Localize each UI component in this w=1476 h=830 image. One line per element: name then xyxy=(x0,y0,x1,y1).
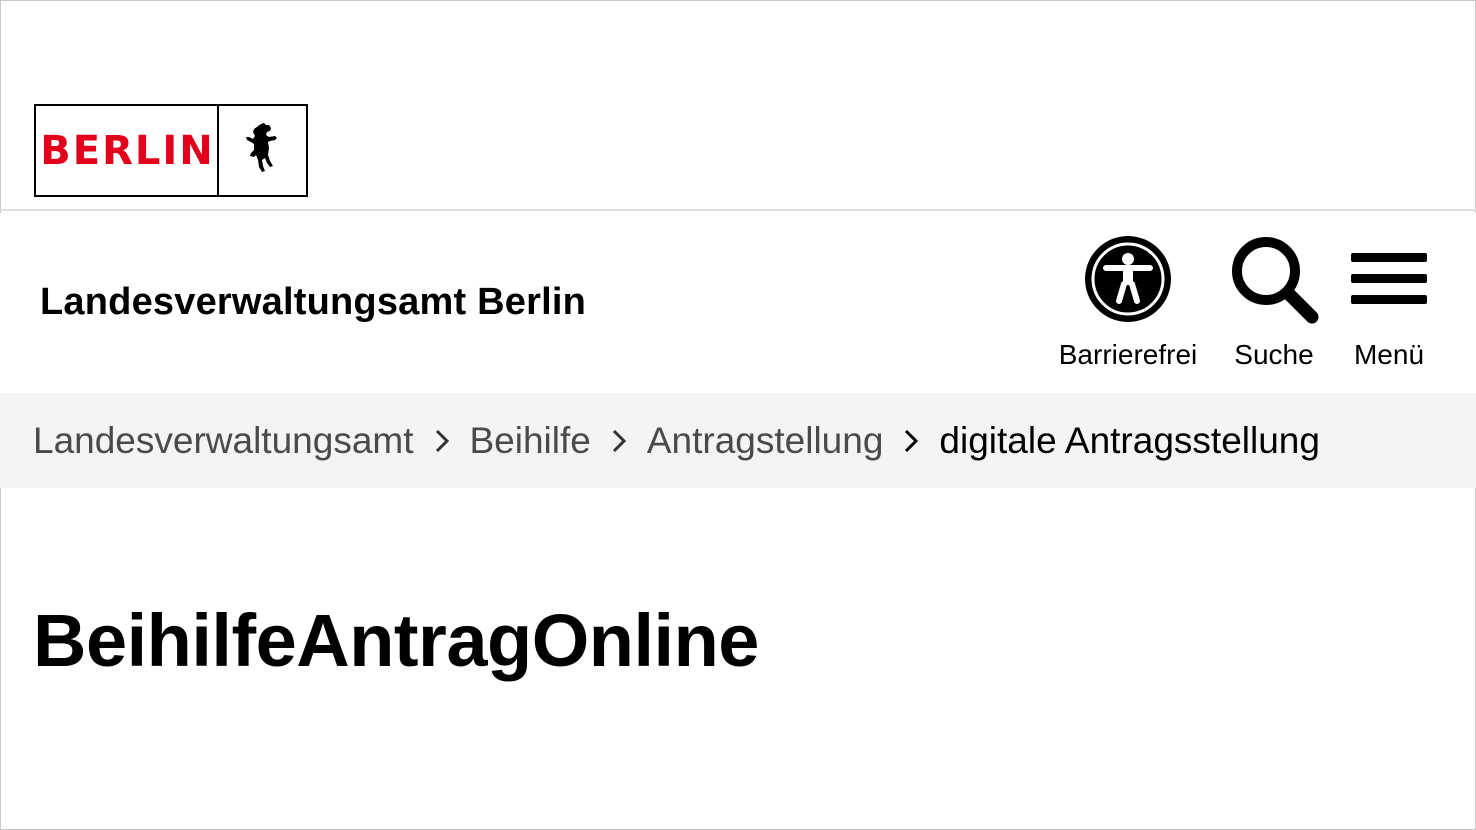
berlin-bear-icon xyxy=(219,106,306,195)
page-title: BeihilfeAntragOnline xyxy=(33,599,759,682)
accessibility-button[interactable]: Barrierefrei xyxy=(1050,233,1206,371)
site-title[interactable]: Landesverwaltungsamt Berlin xyxy=(40,281,586,324)
chevron-right-icon xyxy=(883,421,939,461)
site-header: Landesverwaltungsamt Berlin Barrierefrei… xyxy=(0,213,1476,393)
accessibility-label: Barrierefrei xyxy=(1058,339,1198,370)
menu-label: Menü xyxy=(1353,339,1425,370)
menu-button[interactable]: Menü xyxy=(1344,233,1434,371)
search-button[interactable]: Suche xyxy=(1222,233,1326,371)
chevron-right-icon xyxy=(414,421,470,461)
breadcrumb-item-beihilfe[interactable]: Beihilfe xyxy=(470,420,591,462)
logo-wordmark: BERLIN xyxy=(36,106,219,195)
hamburger-menu-icon xyxy=(1349,233,1429,325)
breadcrumb: Landesverwaltungsamt Beihilfe Antragstel… xyxy=(0,393,1476,488)
logo-bar: BERLIN xyxy=(0,0,1476,211)
berlin-logo[interactable]: BERLIN xyxy=(34,104,308,197)
search-icon xyxy=(1228,233,1320,325)
breadcrumb-item-landesverwaltungsamt[interactable]: Landesverwaltungsamt xyxy=(33,420,414,462)
breadcrumb-item-antragstellung[interactable]: Antragstellung xyxy=(647,420,884,462)
accessibility-icon xyxy=(1084,233,1172,325)
breadcrumb-current: digitale Antragsstellung xyxy=(939,419,1320,461)
chevron-right-icon xyxy=(591,421,647,461)
search-label: Suche xyxy=(1234,339,1314,370)
